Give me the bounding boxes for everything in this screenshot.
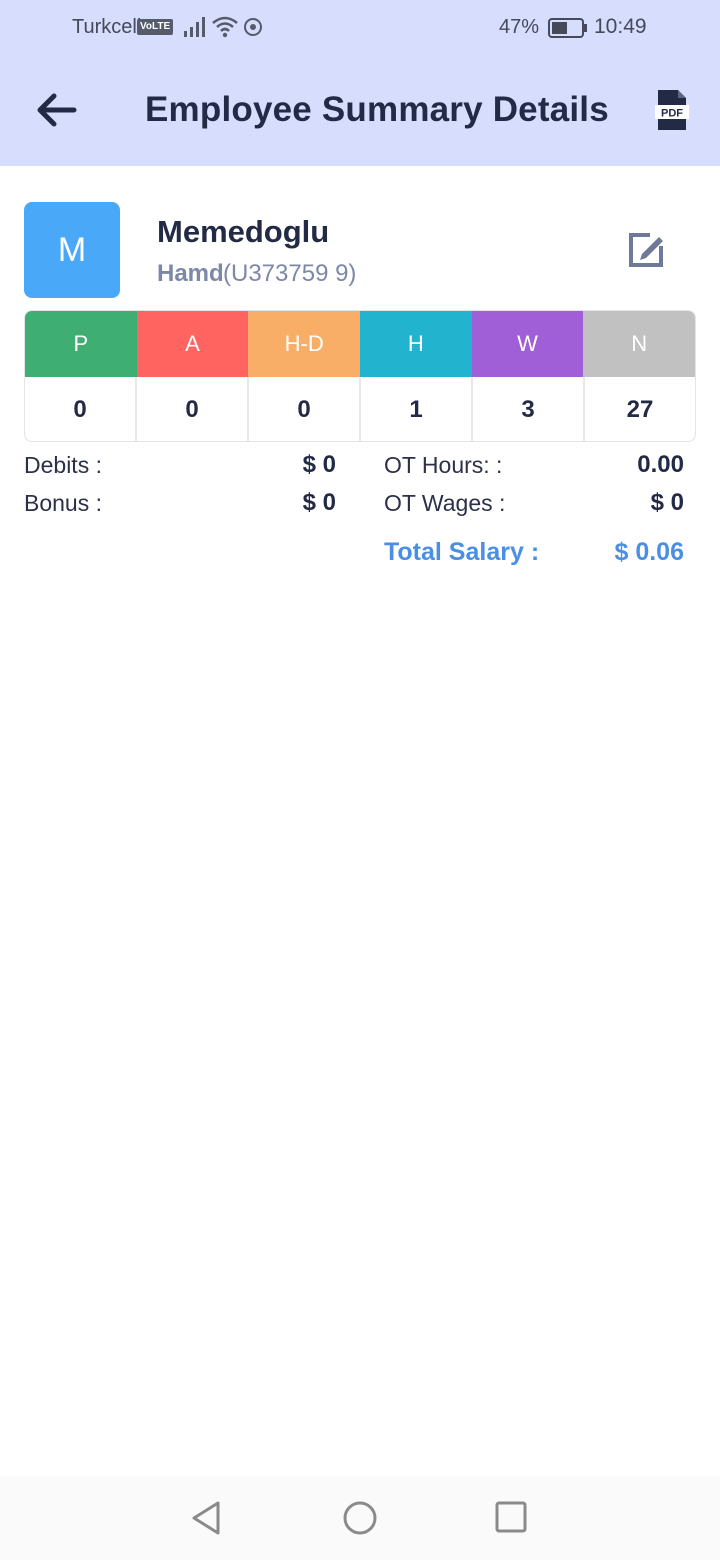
nfc-icon [244, 18, 262, 36]
volte-badge: VoLTE [137, 19, 174, 35]
ot-hours-label: OT Hours: : [384, 452, 503, 478]
attendance-header-row: P A H-D H W N [25, 311, 695, 377]
employee-name: Memedoglu [157, 214, 330, 249]
edit-icon [629, 233, 663, 267]
total-salary-label: Total Salary : [384, 538, 540, 566]
attendance-value-na: 27 [626, 395, 654, 423]
avatar: M [24, 202, 120, 298]
status-bar: Turkcell VoLTE 47% 10:49 [0, 0, 720, 56]
clock: 10:49 [594, 15, 647, 38]
attendance-value-row: 0 0 0 1 3 27 [25, 377, 695, 441]
nav-home-icon[interactable] [342, 1500, 378, 1536]
attendance-value-present: 0 [25, 377, 137, 441]
employee-first-name: Hamd [157, 260, 224, 287]
back-button[interactable] [30, 86, 82, 134]
attendance-col-present: P [25, 311, 137, 377]
ot-wages-label: OT Wages : [384, 490, 506, 516]
pdf-icon: PDF [655, 90, 689, 130]
arrow-left-icon [37, 93, 77, 127]
attendance-col-absent: A [136, 311, 249, 377]
attendance-col-weekoff: W [471, 311, 584, 377]
debits-value: $ 0 [302, 451, 336, 478]
bonus-label: Bonus : [24, 490, 102, 516]
attendance-value-holiday: 1 [361, 377, 473, 441]
app-header: Turkcell VoLTE 47% 10:49 Employee Summar… [0, 0, 720, 166]
total-salary-value: $ 0.06 [614, 538, 684, 566]
attendance-col-holiday: H [360, 311, 472, 377]
battery-percent: 47% [499, 16, 540, 38]
carrier-name: Turkcell [72, 16, 142, 38]
attendance-value-weekoff: 3 [473, 377, 585, 441]
attendance-col-na: N [583, 311, 695, 377]
attendance-col-half-day: H-D [248, 311, 361, 377]
attendance-value-half-day: 0 [249, 377, 361, 441]
pdf-icon-label: PDF [661, 108, 683, 120]
debits-label: Debits : [24, 452, 102, 478]
ot-wages-value: $ 0 [650, 489, 684, 516]
nav-back-icon[interactable] [190, 1500, 222, 1536]
attendance-table: P A H-D H W N 0 0 0 1 3 27 [24, 310, 696, 442]
bonus-value: $ 0 [302, 489, 336, 516]
attendance-value-absent: 0 [137, 377, 249, 441]
nav-recent-icon[interactable] [494, 1500, 528, 1534]
wifi-icon [212, 16, 238, 38]
ot-hours-value: 0.00 [637, 451, 684, 478]
pdf-export-button[interactable]: PDF [652, 88, 692, 132]
system-nav-bar [0, 1476, 720, 1560]
edit-button[interactable] [626, 230, 666, 270]
signal-icon [184, 17, 205, 37]
battery-icon [548, 18, 587, 38]
employee-id: (U373759 9) [223, 260, 357, 287]
page-title: Employee Summary Details [145, 90, 609, 129]
